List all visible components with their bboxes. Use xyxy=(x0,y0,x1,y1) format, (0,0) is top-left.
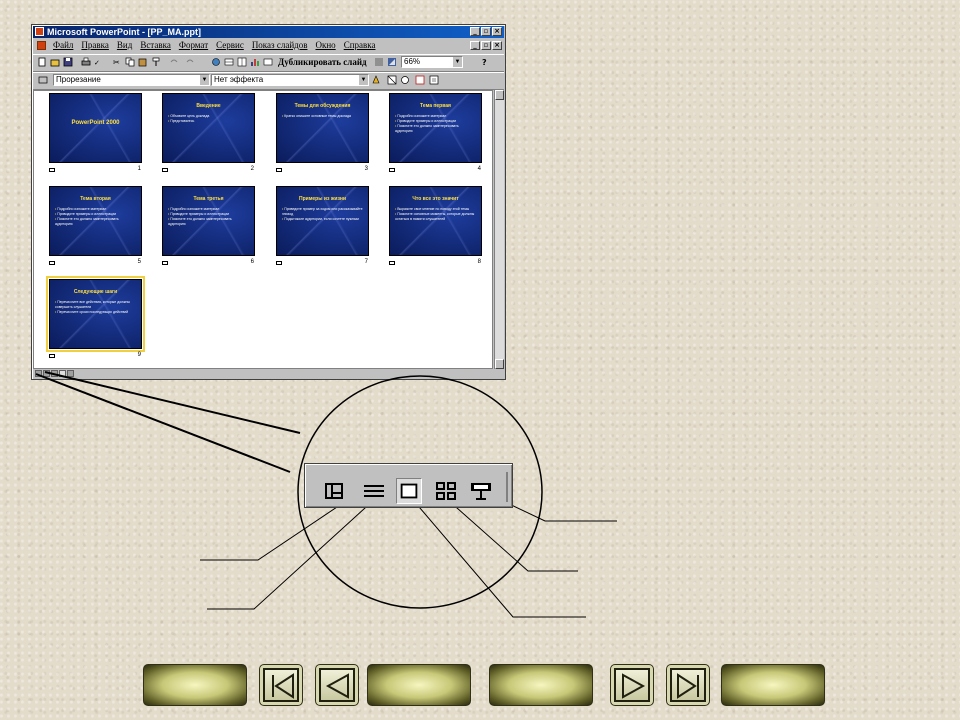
nav-last-button[interactable] xyxy=(666,664,710,706)
callout-line xyxy=(44,371,301,434)
callout-slide-view xyxy=(407,493,586,618)
callout-line xyxy=(35,373,291,473)
nav-first-button[interactable] xyxy=(259,664,303,706)
callout-sorter-view xyxy=(447,499,578,572)
nav-button-blank[interactable] xyxy=(489,664,593,706)
first-slide-icon xyxy=(272,673,294,699)
callout-outline-view xyxy=(207,497,377,610)
normal-view-icon[interactable] xyxy=(321,478,347,504)
slide-show-icon[interactable] xyxy=(468,478,494,504)
previous-slide-icon xyxy=(325,673,349,699)
nav-button-blank[interactable] xyxy=(367,664,471,706)
slide-sorter-view-icon[interactable] xyxy=(433,478,459,504)
last-slide-icon xyxy=(677,673,699,699)
nav-button-blank[interactable] xyxy=(721,664,825,706)
nav-next-button[interactable] xyxy=(610,664,654,706)
zoomed-view-buttons xyxy=(304,463,513,508)
outline-view-icon[interactable] xyxy=(361,478,387,504)
toolbar-separator xyxy=(506,472,508,502)
slide-view-icon[interactable] xyxy=(396,478,422,504)
callout-normal-view xyxy=(200,502,344,561)
next-slide-icon xyxy=(622,673,646,699)
callout-lines xyxy=(35,371,617,618)
nav-button-blank[interactable] xyxy=(143,664,247,706)
nav-previous-button[interactable] xyxy=(315,664,359,706)
